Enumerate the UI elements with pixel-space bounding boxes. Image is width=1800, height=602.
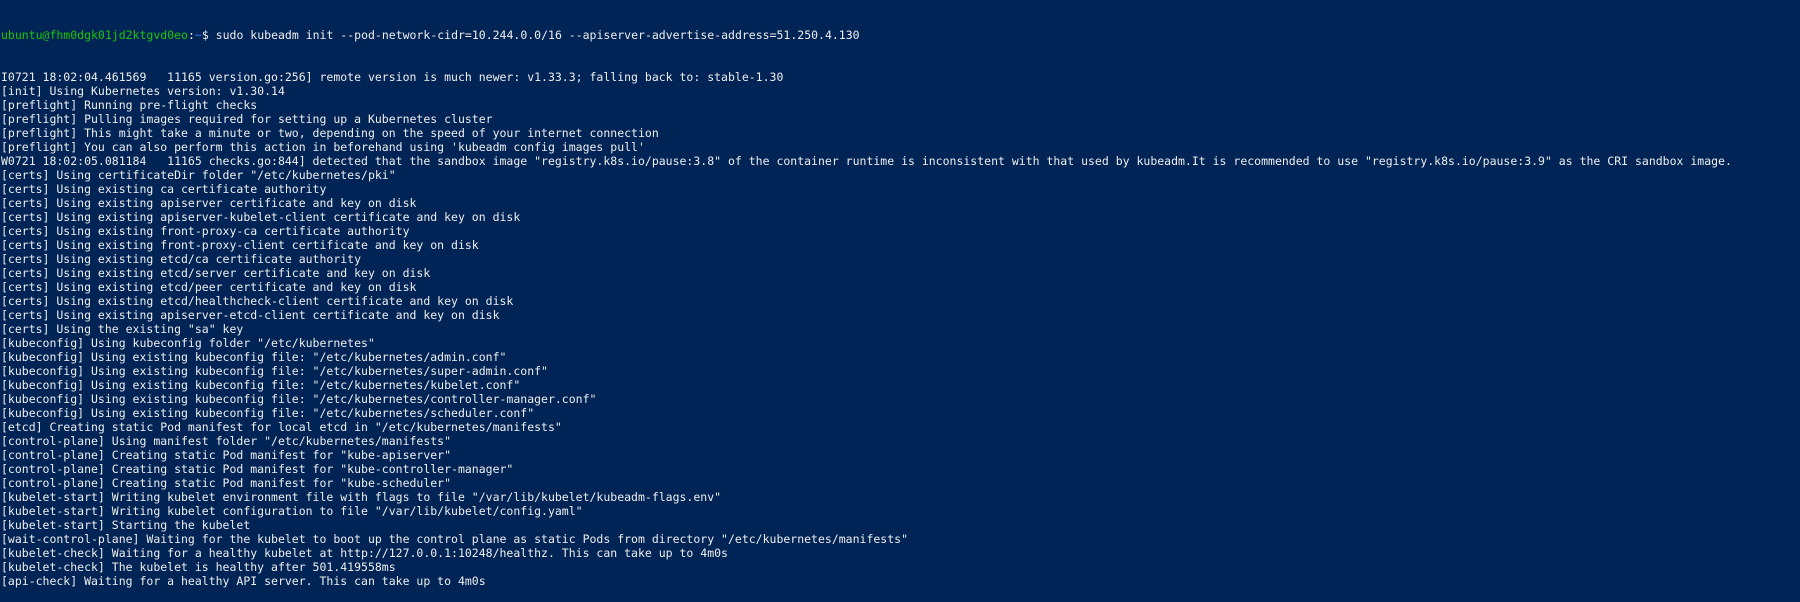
output-line: [control-plane] Creating static Pod mani… bbox=[1, 462, 514, 476]
output-line: [kubelet-start] Writing kubelet environm… bbox=[1, 490, 722, 504]
terminal-output: I0721 18:02:04.461569 11165 version.go:2… bbox=[1, 70, 1800, 588]
output-line: [init] Using Kubernetes version: v1.30.1… bbox=[1, 84, 285, 98]
output-line: [kubelet-start] Starting the kubelet bbox=[1, 518, 251, 532]
output-line: [certs] Using existing etcd/server certi… bbox=[1, 266, 431, 280]
terminal-window[interactable]: ubuntu@fhm0dgk01jd2ktgvd0eo:~$ sudo kube… bbox=[0, 0, 1800, 588]
output-line: I0721 18:02:04.461569 11165 version.go:2… bbox=[1, 70, 784, 84]
output-line: [certs] Using certificateDir folder "/et… bbox=[1, 168, 396, 182]
output-line: [kubeconfig] Using kubeconfig folder "/e… bbox=[1, 336, 375, 350]
output-line: [control-plane] Using manifest folder "/… bbox=[1, 434, 452, 448]
output-line: [kubeconfig] Using existing kubeconfig f… bbox=[1, 392, 597, 406]
prompt-user-host: ubuntu@fhm0dgk01jd2ktgvd0eo bbox=[1, 28, 188, 42]
output-line: [kubeconfig] Using existing kubeconfig f… bbox=[1, 350, 507, 364]
prompt-command: sudo kubeadm init --pod-network-cidr=10.… bbox=[215, 28, 860, 42]
output-line: [certs] Using existing apiserver certifi… bbox=[1, 196, 417, 210]
output-line: [certs] Using existing etcd/healthcheck-… bbox=[1, 294, 514, 308]
output-line: [certs] Using existing ca certificate au… bbox=[1, 182, 327, 196]
output-line: [control-plane] Creating static Pod mani… bbox=[1, 448, 452, 462]
output-line: [preflight] This might take a minute or … bbox=[1, 126, 659, 140]
output-line: [certs] Using existing etcd/peer certifi… bbox=[1, 280, 417, 294]
output-line: [preflight] Running pre-flight checks bbox=[1, 98, 258, 112]
output-line: [preflight] Pulling images required for … bbox=[1, 112, 493, 126]
output-line: [wait-control-plane] Waiting for the kub… bbox=[1, 532, 908, 546]
output-line: [certs] Using existing apiserver-etcd-cl… bbox=[1, 308, 500, 322]
output-line: [certs] Using existing apiserver-kubelet… bbox=[1, 210, 521, 224]
output-line: [api-check] Waiting for a healthy API se… bbox=[1, 574, 486, 588]
output-line: [kubeconfig] Using existing kubeconfig f… bbox=[1, 378, 521, 392]
prompt-colon: : bbox=[187, 28, 195, 42]
output-line: [kubelet-check] The kubelet is healthy a… bbox=[1, 560, 396, 574]
prompt-line: ubuntu@fhm0dgk01jd2ktgvd0eo:~$ sudo kube… bbox=[1, 28, 1800, 42]
output-line: [kubelet-start] Writing kubelet configur… bbox=[1, 504, 583, 518]
output-line: [kubeconfig] Using existing kubeconfig f… bbox=[1, 406, 535, 420]
output-line: [control-plane] Creating static Pod mani… bbox=[1, 476, 452, 490]
prompt-cwd: ~ bbox=[194, 28, 202, 42]
output-line: [certs] Using the existing "sa" key bbox=[1, 322, 244, 336]
prompt-symbol: $ bbox=[201, 28, 209, 42]
output-line: [preflight] You can also perform this ac… bbox=[1, 140, 645, 154]
output-line: [etcd] Creating static Pod manifest for … bbox=[1, 420, 562, 434]
output-line: [certs] Using existing front-proxy-ca ce… bbox=[1, 224, 410, 238]
output-line: [kubelet-check] Waiting for a healthy ku… bbox=[1, 546, 728, 560]
output-line: W0721 18:02:05.081184 11165 checks.go:84… bbox=[1, 154, 1732, 168]
output-line: [certs] Using existing etcd/ca certifica… bbox=[1, 252, 362, 266]
output-line: [certs] Using existing front-proxy-clien… bbox=[1, 238, 479, 252]
output-line: [kubeconfig] Using existing kubeconfig f… bbox=[1, 364, 548, 378]
